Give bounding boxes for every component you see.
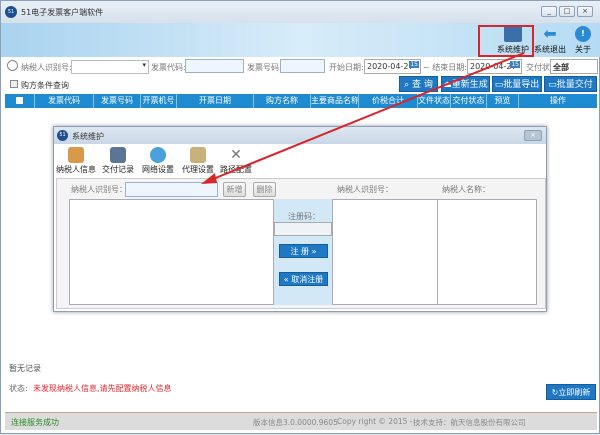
arrow-line bbox=[212, 52, 525, 180]
arrow-head bbox=[201, 173, 217, 184]
annotation-arrow bbox=[201, 52, 525, 184]
main-window: 51 51电子发票客户端软件 _ □ × 系统维护 ⬅ 系统退出 ! 关于 纳税… bbox=[0, 0, 600, 434]
